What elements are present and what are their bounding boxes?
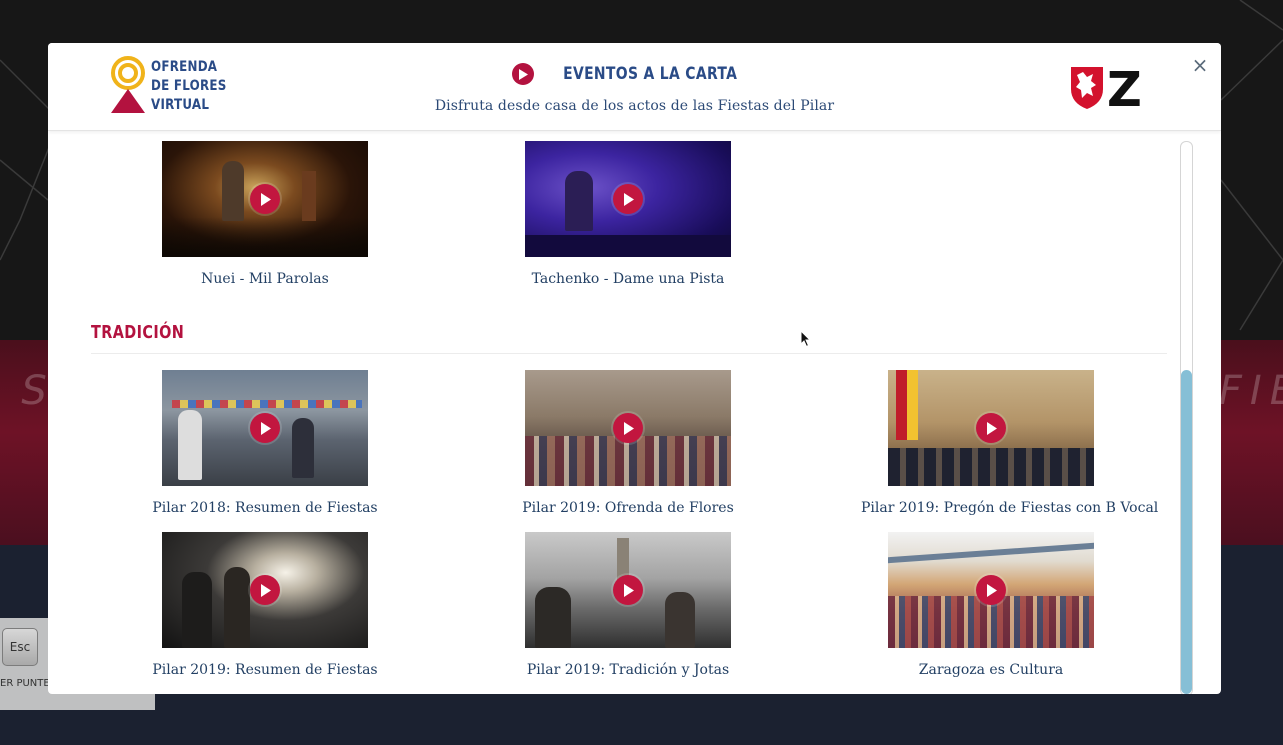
section-title-tradicion: TRADICIÓN (91, 322, 185, 343)
video-item[interactable]: Pilar 2019: Tradición y Jotas (498, 532, 758, 678)
play-circle-icon (512, 63, 535, 85)
mouse-cursor-icon (800, 330, 812, 348)
video-item[interactable]: Pilar 2018: Resumen de Fiestas (135, 370, 395, 516)
section-divider (91, 353, 1167, 354)
play-icon (976, 413, 1006, 443)
video-thumbnail[interactable] (162, 370, 368, 486)
video-item[interactable]: Pilar 2019: Resumen de Fiestas (135, 532, 395, 678)
play-icon (250, 575, 280, 605)
modal-subtitle: Disfruta desde casa de los actos de las … (434, 98, 835, 114)
video-title[interactable]: Tachenko - Dame una Pista (498, 271, 758, 287)
play-icon (613, 575, 643, 605)
video-title[interactable]: Pilar 2019: Ofrenda de Flores (498, 500, 758, 516)
esc-key: Esc (2, 628, 38, 666)
play-icon (613, 184, 643, 214)
play-icon (613, 413, 643, 443)
play-icon (250, 413, 280, 443)
video-thumbnail[interactable] (525, 370, 731, 486)
video-thumbnail[interactable] (888, 532, 1094, 648)
video-item[interactable]: Pilar 2019: Pregón de Fiestas con B Voca… (861, 370, 1158, 516)
video-item[interactable]: Nuei - Mil Parolas (135, 141, 395, 287)
close-button[interactable]: × (1190, 53, 1210, 77)
zaragoza-shield-icon: Z (1071, 62, 1142, 118)
video-title[interactable]: Pilar 2019: Pregón de Fiestas con B Voca… (861, 500, 1158, 516)
video-thumbnail[interactable] (162, 141, 368, 257)
modal-header: OFRENDA DE FLORES VIRTUAL EVENTOS A LA C… (48, 43, 1221, 131)
modal-title: EVENTOS A LA CARTA (563, 64, 738, 84)
video-item[interactable]: Zaragoza es Cultura (861, 532, 1121, 678)
video-title[interactable]: Nuei - Mil Parolas (135, 271, 395, 287)
scrollbar-thumb[interactable] (1181, 370, 1192, 694)
play-icon (250, 184, 280, 214)
play-icon (976, 575, 1006, 605)
video-title[interactable]: Pilar 2019: Resumen de Fiestas (135, 662, 395, 678)
video-thumbnail[interactable] (525, 141, 731, 257)
video-title[interactable]: Zaragoza es Cultura (861, 662, 1121, 678)
video-title[interactable]: Pilar 2018: Resumen de Fiestas (135, 500, 395, 516)
events-modal: OFRENDA DE FLORES VIRTUAL EVENTOS A LA C… (48, 43, 1221, 694)
video-list: Nuei - Mil Parolas Tachenko - Dame una P… (48, 131, 1178, 694)
zaragoza-letter: Z (1107, 63, 1141, 111)
video-title[interactable]: Pilar 2019: Tradición y Jotas (498, 662, 758, 678)
video-item[interactable]: Pilar 2019: Ofrenda de Flores (498, 370, 758, 516)
zaragoza-logo: Z (1069, 62, 1142, 118)
banner-text-left: . S (0, 368, 55, 414)
video-thumbnail[interactable] (525, 532, 731, 648)
video-thumbnail[interactable] (162, 532, 368, 648)
video-item[interactable]: Tachenko - Dame una Pista (498, 141, 758, 287)
video-thumbnail[interactable] (888, 370, 1094, 486)
